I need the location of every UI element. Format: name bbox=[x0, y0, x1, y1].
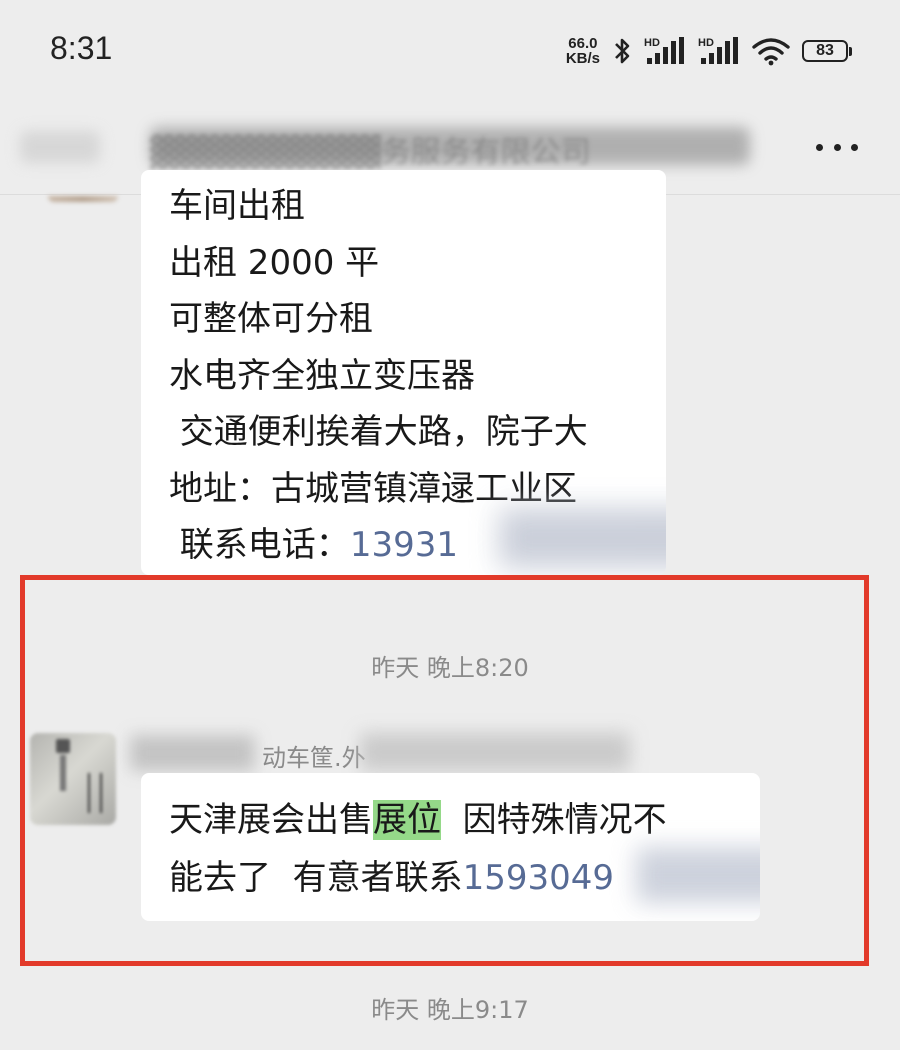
message-bubble[interactable]: 车间出租 出租 2000 平 可整体可分租 水电齐全独立变压器 交通便利挨着大路… bbox=[141, 170, 666, 575]
status-bar: 8:31 66.0 KB/s HD HD 83 bbox=[0, 0, 900, 105]
svg-text:HD: HD bbox=[644, 37, 660, 49]
message-line: 天津展会出售展位 因特殊情况不 bbox=[169, 795, 667, 845]
chat-title[interactable]: ▓▓▓▓▓▓▓▓▓▓务服务有限公司 bbox=[150, 127, 591, 171]
svg-text:HD: HD bbox=[698, 37, 714, 49]
keyword-highlight: 展位 bbox=[373, 800, 441, 840]
message-text-part: 天津展会出售 bbox=[169, 800, 373, 840]
network-speed-value: 66.0 bbox=[568, 35, 598, 52]
status-icons: 66.0 KB/s HD HD 83 bbox=[566, 36, 852, 66]
message-text-part: 能去了 有意者联系 bbox=[169, 858, 463, 898]
redacted-sender-name bbox=[360, 733, 630, 771]
sender-name: 动车筐.外 bbox=[262, 744, 366, 772]
status-time: 8:31 bbox=[50, 30, 113, 66]
wifi-icon bbox=[752, 38, 790, 66]
redacted-phone-digits bbox=[636, 847, 760, 903]
message-line: 出租 2000 平 bbox=[169, 242, 380, 283]
message-line: 能去了 有意者联系1593049 bbox=[169, 853, 614, 903]
message-line: 交通便利挨着大路，院子大 bbox=[169, 412, 588, 452]
message-bubble[interactable]: 天津展会出售展位 因特殊情况不 能去了 有意者联系1593049 bbox=[141, 773, 760, 921]
bluetooth-icon bbox=[615, 38, 630, 64]
phone-link[interactable]: 1593049 bbox=[463, 858, 614, 898]
message-text-part: 因特殊情况不 bbox=[441, 800, 667, 840]
network-speed-unit: KB/s bbox=[565, 50, 600, 67]
contact-prefix: 联系电话： bbox=[169, 525, 350, 565]
avatar[interactable] bbox=[30, 733, 116, 825]
message-timestamp: 昨天 晚上8:20 bbox=[371, 654, 529, 682]
message-line: 可整体可分租 bbox=[169, 299, 373, 339]
message-timestamp: 昨天 晚上9:17 bbox=[371, 996, 529, 1024]
cell-signal-1-icon: HD bbox=[644, 37, 684, 64]
avatar[interactable] bbox=[48, 196, 118, 202]
redacted-phone-digits bbox=[499, 508, 666, 568]
network-speed: 66.0 KB/s bbox=[566, 36, 600, 66]
battery-level: 83 bbox=[802, 40, 848, 62]
message-line: 车间出租 bbox=[169, 186, 305, 226]
redacted-sender-name bbox=[130, 735, 255, 771]
more-icon bbox=[816, 143, 823, 151]
battery-indicator: 83 bbox=[802, 40, 852, 62]
phone-link[interactable]: 13931 bbox=[350, 525, 458, 565]
message-line: 水电齐全独立变压器 bbox=[169, 355, 475, 396]
battery-tip bbox=[849, 46, 852, 56]
cell-signal-2-icon: HD bbox=[698, 37, 738, 64]
more-button[interactable] bbox=[816, 133, 858, 161]
